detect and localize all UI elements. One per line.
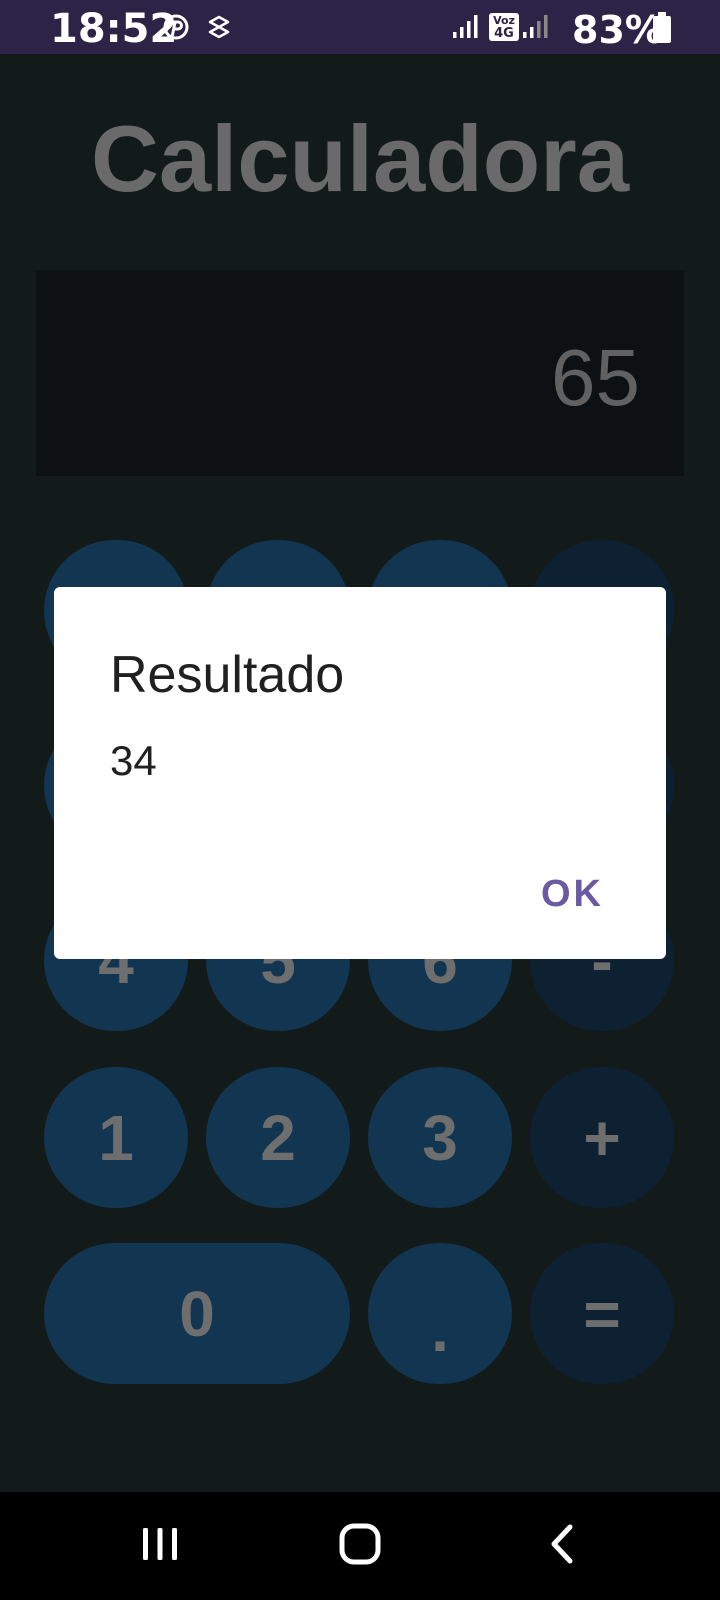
pinterest-icon [163, 14, 189, 45]
battery-percentage: 83% [572, 8, 663, 52]
screen: 18:52 Voz 4G 83% Calculadora 65 4 5 6 - … [0, 0, 720, 1600]
home-button[interactable] [300, 1492, 420, 1600]
ok-button[interactable]: OK [541, 873, 604, 916]
back-icon [548, 1523, 578, 1570]
signal-icon [522, 14, 550, 45]
recent-apps-button[interactable] [100, 1492, 220, 1600]
dialog-message: 34 [110, 737, 157, 784]
home-icon [338, 1522, 382, 1571]
result-dialog: Resultado 34 OK [54, 587, 666, 959]
vpn-icon [206, 14, 232, 45]
back-button[interactable] [503, 1492, 623, 1600]
recent-apps-icon [140, 1524, 180, 1569]
volte-icon: Voz 4G [488, 12, 522, 47]
status-bar: 18:52 Voz 4G 83% [0, 0, 720, 54]
status-time: 18:52 [50, 6, 178, 52]
navigation-bar [0, 1492, 720, 1600]
dialog-title: Resultado [110, 646, 345, 704]
signal-icon [452, 14, 480, 45]
battery-icon [652, 12, 672, 49]
svg-text:4G: 4G [494, 26, 514, 41]
